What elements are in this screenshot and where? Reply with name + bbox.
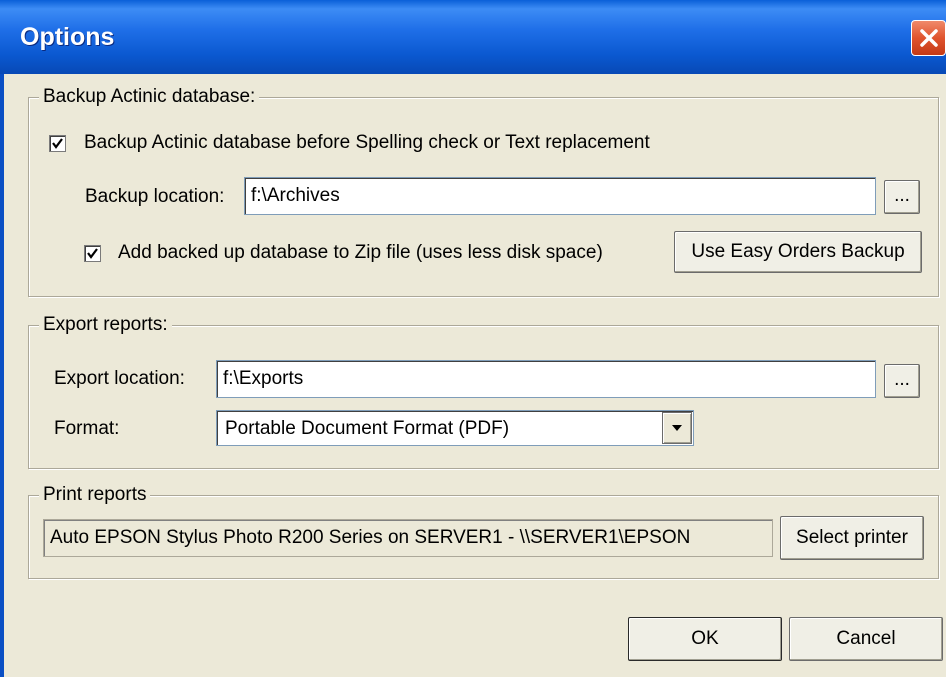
easy-orders-backup-button[interactable]: Use Easy Orders Backup <box>674 231 922 273</box>
backup-location-input[interactable]: f:\Archives <box>244 177 876 215</box>
checkmark-icon <box>87 248 98 259</box>
select-printer-button[interactable]: Select printer <box>780 516 924 560</box>
print-group-label: Print reports <box>39 484 151 506</box>
options-dialog: Options Backup Actinic database: Backup … <box>0 0 946 677</box>
ok-button[interactable]: OK <box>628 617 782 661</box>
backup-group-label: Backup Actinic database: <box>39 86 260 108</box>
zip-checkbox[interactable] <box>84 245 101 262</box>
window-title: Options <box>20 23 115 51</box>
checkmark-icon <box>52 138 63 149</box>
close-icon <box>920 29 938 47</box>
close-button[interactable] <box>911 20 946 56</box>
printer-name-field: Auto EPSON Stylus Photo R200 Series on S… <box>43 519 773 557</box>
format-select-value: Portable Document Format (PDF) <box>225 418 510 439</box>
export-group-label: Export reports: <box>39 314 172 336</box>
backup-browse-button[interactable]: ... <box>884 180 920 214</box>
format-label: Format: <box>54 418 120 439</box>
backup-before-label[interactable]: Backup Actinic database before Spelling … <box>84 132 650 154</box>
format-dropdown-button[interactable] <box>662 412 692 444</box>
cancel-button[interactable]: Cancel <box>789 617 943 661</box>
window-border <box>0 74 4 677</box>
format-select[interactable]: Portable Document Format (PDF) <box>216 410 694 446</box>
export-location-label: Export location: <box>54 368 185 389</box>
backup-location-label: Backup location: <box>85 186 225 207</box>
export-browse-button[interactable]: ... <box>884 364 920 398</box>
title-bar[interactable]: Options <box>0 0 946 74</box>
chevron-down-icon <box>672 425 682 431</box>
backup-before-checkbox[interactable] <box>49 135 66 152</box>
zip-label[interactable]: Add backed up database to Zip file (uses… <box>118 242 603 264</box>
export-location-input[interactable]: f:\Exports <box>216 360 876 398</box>
